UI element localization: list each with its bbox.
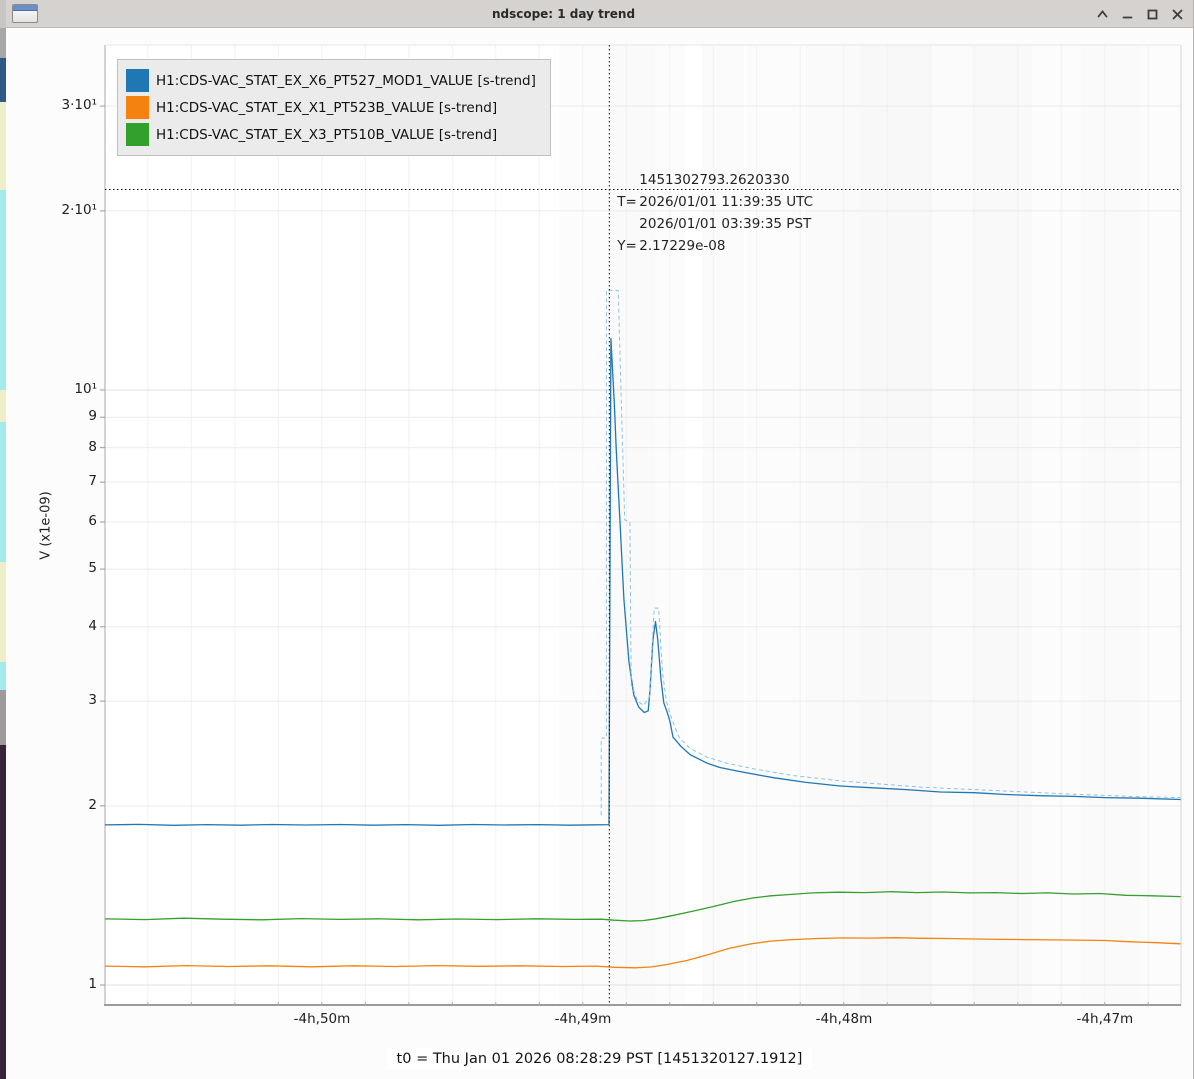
y-tick-label: 1 [27, 976, 97, 992]
screen: { "window": { "title": "ndscope: 1 day t… [0, 0, 1194, 1079]
legend-label: H1:CDS-VAC_STAT_EX_X3_PT510B_VALUE [s-tr… [156, 127, 497, 143]
plot-region: 3·10¹ 2·10¹ 10¹ 9 8 7 6 5 4 3 2 1 -4h,50m -4h,49m -4h… [6, 28, 1193, 1079]
legend[interactable]: H1:CDS-VAC_STAT_EX_X6_PT527_MOD1_VALUE [… [117, 59, 551, 156]
y-tick-label: 3·10¹ [27, 97, 97, 113]
annotation-prefix [617, 213, 639, 235]
legend-row: H1:CDS-VAC_STAT_EX_X1_PT523B_VALUE [s-tr… [126, 94, 536, 121]
x-tick-label: -4h,50m [277, 1011, 367, 1027]
y-tick-label: 5 [27, 560, 97, 576]
y-tick-label: 8 [27, 439, 97, 455]
maximize-icon [1146, 8, 1159, 21]
x-tick-label: -4h,49m [538, 1011, 628, 1027]
y-tick-label: 10¹ [27, 381, 97, 397]
legend-label: H1:CDS-VAC_STAT_EX_X6_PT527_MOD1_VALUE [… [156, 73, 536, 89]
legend-swatch-orange [126, 96, 149, 119]
annotation-y-value: 2.17229e-08 [639, 235, 725, 257]
window-controls [1094, 0, 1185, 28]
y-tick-label: 2·10¹ [27, 202, 97, 218]
legend-swatch-green [126, 123, 149, 146]
window-menu-icon[interactable] [12, 4, 38, 23]
annotation-prefix: Y= [617, 235, 639, 257]
chevron-up-icon [1096, 8, 1109, 21]
x-tick-label: -4h,47m [1060, 1011, 1150, 1027]
annotation-prefix [617, 169, 639, 191]
window-title: ndscope: 1 day trend [46, 7, 1081, 21]
plot-canvas[interactable] [6, 28, 1194, 1079]
y-tick-label: 6 [27, 513, 97, 529]
minimize-icon [1121, 8, 1134, 21]
maximize-button[interactable] [1144, 6, 1160, 22]
y-tick-label: 2 [27, 797, 97, 813]
y-tick-label: 3 [27, 692, 97, 708]
t0-footer: t0 = Thu Jan 01 2026 08:28:29 PST [14513… [6, 1048, 1193, 1070]
y-tick-label: 7 [27, 473, 97, 489]
ndscope-window: ndscope: 1 day trend 3·10¹ 2·10¹ 10¹ 9 8 7 6 5 4… [6, 0, 1194, 1079]
legend-swatch-blue [126, 69, 149, 92]
close-button[interactable] [1169, 6, 1185, 22]
y-tick-label: 4 [27, 618, 97, 634]
legend-row: H1:CDS-VAC_STAT_EX_X6_PT527_MOD1_VALUE [… [126, 67, 536, 94]
minimize-button[interactable] [1119, 6, 1135, 22]
t0-label: t0 = Thu Jan 01 2026 08:28:29 PST [14513… [387, 1048, 813, 1070]
annotation-utc-time: 2026/01/01 11:39:35 UTC [639, 191, 813, 213]
y-tick-label: 9 [27, 408, 97, 424]
window-titlebar[interactable]: ndscope: 1 day trend [6, 0, 1193, 28]
close-icon [1171, 8, 1184, 21]
annotation-prefix: T= [617, 191, 639, 213]
y-axis-title: V (x1e-09) [39, 466, 54, 586]
annotation-gps-time: 1451302793.2620330 [639, 169, 789, 191]
crosshair-annotation: 1451302793.2620330 T=2026/01/01 11:39:35… [617, 169, 813, 257]
annotation-pst-time: 2026/01/01 03:39:35 PST [639, 213, 811, 235]
legend-row: H1:CDS-VAC_STAT_EX_X3_PT510B_VALUE [s-tr… [126, 121, 536, 148]
legend-label: H1:CDS-VAC_STAT_EX_X1_PT523B_VALUE [s-tr… [156, 100, 497, 116]
shade-button[interactable] [1094, 6, 1110, 22]
x-tick-label: -4h,48m [799, 1011, 889, 1027]
